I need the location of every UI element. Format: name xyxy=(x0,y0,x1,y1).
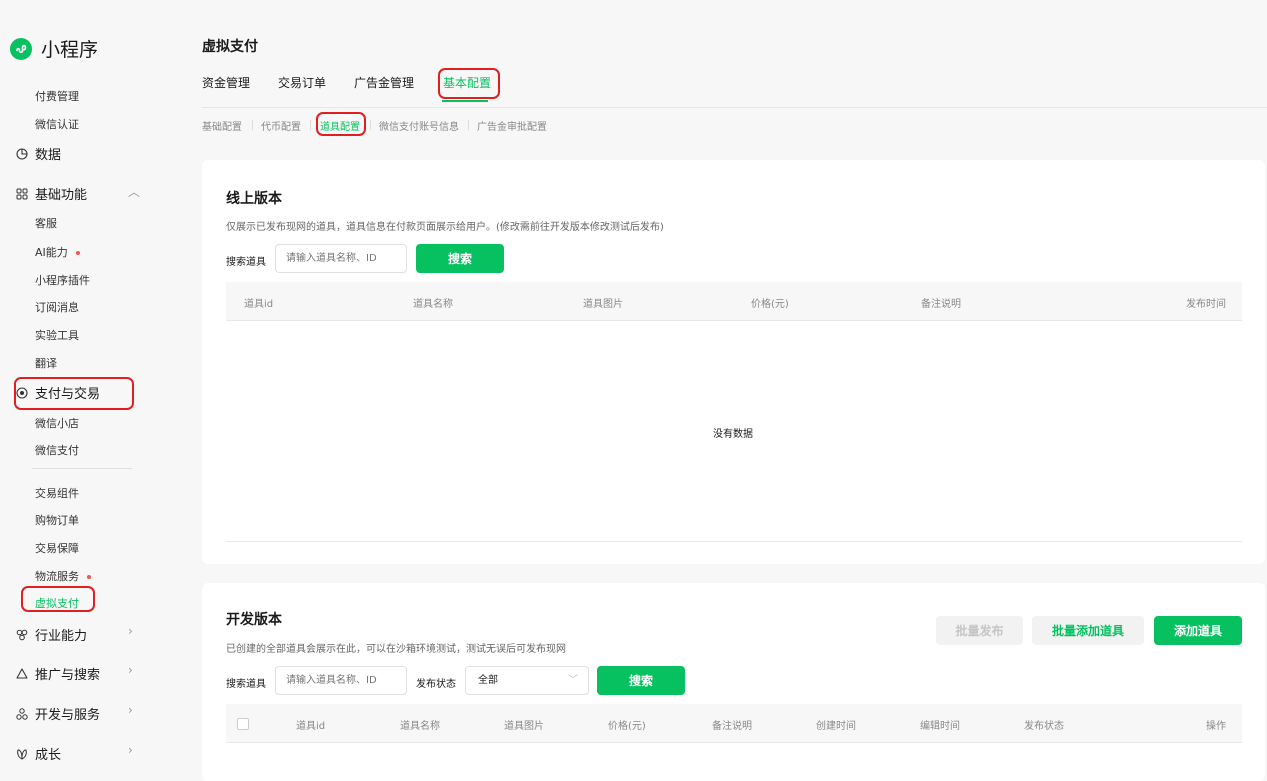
sidebar-item-translate[interactable]: 翻译 xyxy=(35,355,57,371)
chevron-up-icon: ︿ xyxy=(128,185,141,199)
app-name: 小程序 xyxy=(41,39,99,61)
batch-add-items-button[interactable]: 批量添加道具 xyxy=(1032,616,1144,645)
sidebar-item-lab-tools[interactable]: 实验工具 xyxy=(35,327,79,343)
chevron-down-icon: ﹀ xyxy=(568,675,578,686)
chevron-right-icon: › xyxy=(128,703,133,717)
sidebar-item-growth[interactable]: 成长 xyxy=(16,744,61,763)
highlight-virtual-pay xyxy=(21,586,95,612)
chevron-right-icon: › xyxy=(128,663,133,677)
col-item-id: 道具id xyxy=(296,721,326,732)
online-version-card: 线上版本 仅展示已发布现网的道具，道具信息在付款页面展示给用户。(修改需前往开发… xyxy=(202,160,1265,564)
sidebar-item-industry[interactable]: 行业能力 xyxy=(16,625,87,644)
sidebar-item-trade-guarantee[interactable]: 交易保障 xyxy=(35,540,79,556)
status-label: 发布状态 xyxy=(416,679,456,690)
sidebar-divider xyxy=(32,468,132,469)
col-remark: 备注说明 xyxy=(921,299,961,310)
chevron-right-icon: › xyxy=(128,743,133,757)
col-edit-time: 编辑时间 xyxy=(920,721,960,732)
col-item-id: 道具id xyxy=(244,299,274,310)
subtab-token[interactable]: 代币配置 xyxy=(261,118,301,133)
online-search-button[interactable]: 搜索 xyxy=(416,244,504,273)
online-search-input[interactable] xyxy=(275,244,407,273)
sidebar-item-shopping-orders[interactable]: 购物订单 xyxy=(35,512,79,528)
dev-search-label: 搜索道具 xyxy=(226,679,266,690)
col-item-image: 道具图片 xyxy=(504,721,544,732)
col-publish-time: 发布时间 xyxy=(1186,299,1226,310)
sidebar: 小程序 付费管理 微信认证 数据 基础功能 ︿ 客服 AI能力 小程序插件 订阅… xyxy=(0,0,150,781)
subtab-separator xyxy=(370,120,371,130)
col-remark: 备注说明 xyxy=(712,721,752,732)
col-price: 价格(元) xyxy=(751,299,789,310)
tab-ad-fund[interactable]: 广告金管理 xyxy=(354,74,414,91)
col-actions: 操作 xyxy=(1206,721,1226,732)
page-title: 虚拟支付 xyxy=(202,39,258,55)
subtab-ad-approval[interactable]: 广告金审批配置 xyxy=(477,118,547,133)
dev-search-button[interactable]: 搜索 xyxy=(597,666,685,695)
sidebar-item-logistics[interactable]: 物流服务 xyxy=(35,568,91,584)
tab-trade-orders[interactable]: 交易订单 xyxy=(278,74,326,91)
subtab-separator xyxy=(310,120,311,130)
col-item-name: 道具名称 xyxy=(413,299,453,310)
promotion-icon xyxy=(16,667,28,680)
subtab-wechatpay-account[interactable]: 微信支付账号信息 xyxy=(379,118,459,133)
tab-fund-management[interactable]: 资金管理 xyxy=(202,74,250,91)
sidebar-item-wechat-verify[interactable]: 微信认证 xyxy=(35,116,79,132)
col-price: 价格(元) xyxy=(608,721,646,732)
col-item-image: 道具图片 xyxy=(583,299,623,310)
dev-search-input[interactable] xyxy=(275,666,407,695)
dev-service-icon xyxy=(16,707,28,720)
add-item-button[interactable]: 添加道具 xyxy=(1154,616,1242,645)
sidebar-item-customer-service[interactable]: 客服 xyxy=(35,215,57,231)
tab-active-underline xyxy=(442,100,488,102)
highlight-items-subtab xyxy=(316,112,366,136)
chart-pie-icon xyxy=(16,147,28,160)
sidebar-item-subscribe-msg[interactable]: 订阅消息 xyxy=(35,299,79,315)
industry-icon xyxy=(16,629,28,641)
online-search-label: 搜索道具 xyxy=(226,257,266,268)
dev-version-card: 开发版本 已创建的全部道具会展示在此，可以在沙箱环境测试，测试无误后可发布现网 … xyxy=(202,583,1265,781)
dev-desc: 已创建的全部道具会展示在此，可以在沙箱环境测试，测试无误后可发布现网 xyxy=(226,644,566,655)
growth-icon xyxy=(16,748,28,760)
highlight-payment-trade xyxy=(14,377,134,410)
sidebar-item-paid-management[interactable]: 付费管理 xyxy=(35,88,79,104)
col-item-name: 道具名称 xyxy=(400,721,440,732)
subtab-separator xyxy=(468,120,469,130)
online-title: 线上版本 xyxy=(226,191,282,207)
status-select[interactable]: 全部 ﹀ xyxy=(465,666,589,695)
select-all-checkbox[interactable] xyxy=(237,718,249,730)
sidebar-item-basic-features[interactable]: 基础功能 xyxy=(16,184,87,203)
sidebar-item-plugins[interactable]: 小程序插件 xyxy=(35,272,90,288)
online-desc: 仅展示已发布现网的道具，道具信息在付款页面展示给用户。(修改需前往开发版本修改测… xyxy=(226,222,664,233)
col-publish-status: 发布状态 xyxy=(1024,721,1064,732)
sidebar-item-wechat-pay[interactable]: 微信支付 xyxy=(35,442,79,458)
dev-table-header: 道具id 道具名称 道具图片 价格(元) 备注说明 创建时间 编辑时间 发布状态… xyxy=(226,704,1242,743)
miniprogram-logo-icon xyxy=(10,37,32,60)
empty-state-text: 没有数据 xyxy=(713,429,753,440)
sidebar-item-data[interactable]: 数据 xyxy=(16,144,61,163)
highlight-basic-config-tab xyxy=(438,68,500,99)
grid-icon xyxy=(16,188,28,200)
online-table-header: 道具id 道具名称 道具图片 价格(元) 备注说明 发布时间 xyxy=(226,282,1242,321)
sidebar-item-wechat-store[interactable]: 微信小店 xyxy=(35,415,79,431)
dev-title: 开发版本 xyxy=(226,612,282,628)
subtab-basic[interactable]: 基础配置 xyxy=(202,118,242,133)
new-dot xyxy=(87,575,91,579)
col-create-time: 创建时间 xyxy=(816,721,856,732)
tabs-divider xyxy=(202,107,1267,108)
table-bottom-border xyxy=(226,541,1242,542)
sidebar-item-promotion[interactable]: 推广与搜索 xyxy=(16,664,100,683)
subtab-separator xyxy=(252,120,253,130)
batch-publish-button[interactable]: 批量发布 xyxy=(936,616,1023,645)
new-dot xyxy=(75,251,80,255)
sidebar-item-trade-component[interactable]: 交易组件 xyxy=(35,485,79,501)
chevron-right-icon: › xyxy=(128,624,133,638)
sidebar-item-dev-service[interactable]: 开发与服务 xyxy=(16,704,100,723)
app-logo[interactable]: 小程序 xyxy=(10,35,98,62)
sidebar-item-ai[interactable]: AI能力 xyxy=(35,244,80,260)
